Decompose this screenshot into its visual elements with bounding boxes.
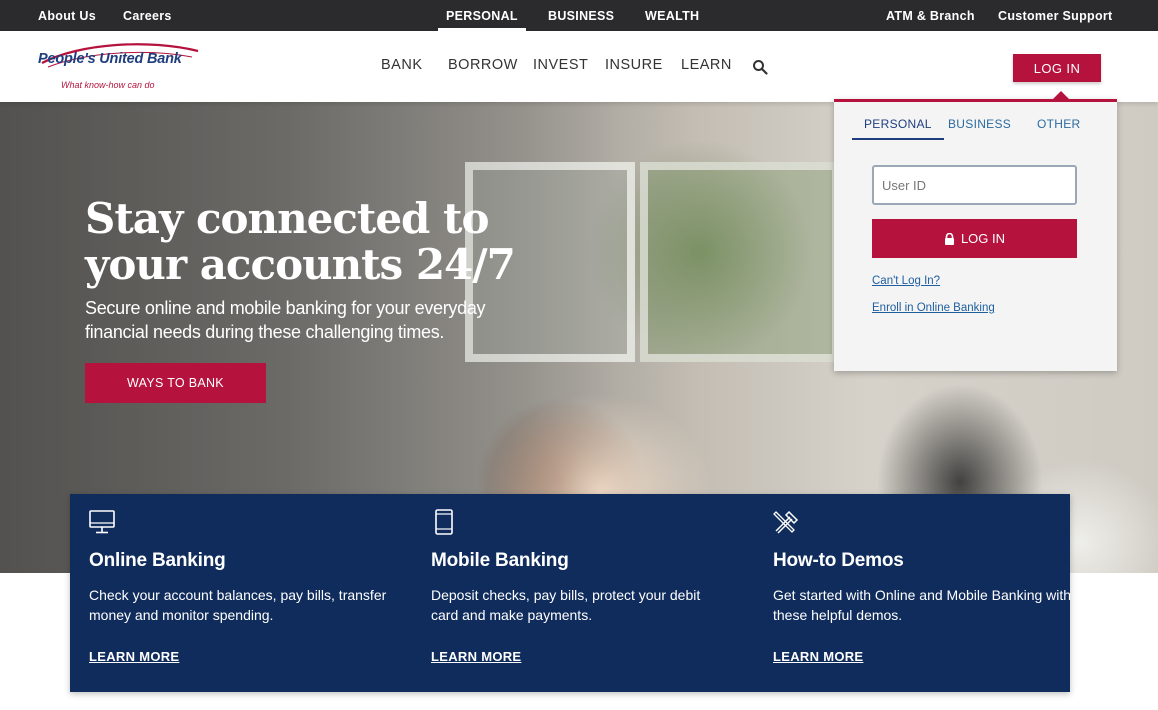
hero-photo-window-2: [640, 162, 840, 362]
tools-icon: [773, 510, 799, 534]
nav-learn[interactable]: LEARN: [681, 57, 732, 73]
segment-personal[interactable]: PERSONAL: [438, 0, 526, 31]
login-submit-button[interactable]: LOG IN: [872, 219, 1077, 258]
atm-branch-link[interactable]: ATM & Branch: [886, 9, 975, 23]
nav-bank[interactable]: BANK: [381, 57, 423, 73]
logo-tagline: What know-how can do: [61, 80, 155, 90]
search-icon[interactable]: [752, 59, 768, 75]
login-tab-personal[interactable]: PERSONAL: [852, 117, 944, 140]
utility-bar: About Us Careers PERSONAL BUSINESS WEALT…: [0, 0, 1158, 31]
ways-to-bank-button[interactable]: WAYS TO BANK: [85, 363, 266, 403]
segment-wealth[interactable]: WEALTH: [645, 0, 699, 31]
login-tab-business[interactable]: BUSINESS: [948, 117, 1011, 138]
customer-support-link[interactable]: Customer Support: [998, 9, 1113, 23]
feature-title: How-to Demos: [773, 550, 904, 571]
login-submit-label: LOG IN: [960, 231, 1006, 246]
login-toggle-button[interactable]: LOG IN: [1013, 54, 1101, 82]
feature-how-to-demos: How-to Demos Get started with Online and…: [754, 494, 1071, 692]
nav-borrow[interactable]: BORROW: [448, 57, 518, 73]
mobile-phone-icon: [435, 509, 453, 535]
nav-invest[interactable]: INVEST: [533, 57, 588, 73]
cant-log-in-link[interactable]: Can't Log In?: [872, 275, 940, 287]
feature-online-banking: Online Banking Check your account balanc…: [70, 494, 386, 692]
feature-description: Deposit checks, pay bills, protect your …: [431, 587, 701, 623]
features-card: Online Banking Check your account balanc…: [70, 494, 1071, 692]
segment-business[interactable]: BUSINESS: [548, 0, 614, 31]
desktop-icon: [89, 510, 115, 534]
logo-wordmark: People's United Bank: [38, 51, 182, 67]
hero-subtitle: Secure online and mobile banking for you…: [85, 298, 486, 342]
careers-link[interactable]: Careers: [123, 9, 172, 23]
enroll-online-banking-link[interactable]: Enroll in Online Banking: [872, 302, 995, 314]
feature-mobile-banking: Mobile Banking Deposit checks, pay bills…: [412, 494, 722, 692]
main-header: People's United Bank What know-how can d…: [0, 31, 1158, 102]
user-id-input[interactable]: [872, 165, 1077, 205]
bank-logo[interactable]: People's United Bank What know-how can d…: [38, 43, 208, 93]
learn-more-mobile-banking-link[interactable]: LEARN MORE: [431, 649, 521, 664]
nav-insure[interactable]: INSURE: [605, 57, 663, 73]
feature-description: Check your account balances, pay bills, …: [89, 587, 387, 623]
feature-title: Online Banking: [89, 550, 226, 571]
learn-more-online-banking-link[interactable]: LEARN MORE: [89, 649, 179, 664]
lock-icon: [944, 232, 954, 245]
login-panel: PERSONAL BUSINESS OTHER LOG IN Can't Log…: [834, 91, 1117, 371]
feature-description: Get started with Online and Mobile Banki…: [773, 587, 1072, 623]
learn-more-how-to-demos-link[interactable]: LEARN MORE: [773, 649, 863, 664]
feature-title: Mobile Banking: [431, 550, 569, 571]
login-tab-other[interactable]: OTHER: [1037, 117, 1081, 138]
panel-caret: [1053, 91, 1069, 99]
hero-title: Stay connected to your accounts 24/7: [85, 194, 516, 289]
about-us-link[interactable]: About Us: [38, 9, 96, 23]
